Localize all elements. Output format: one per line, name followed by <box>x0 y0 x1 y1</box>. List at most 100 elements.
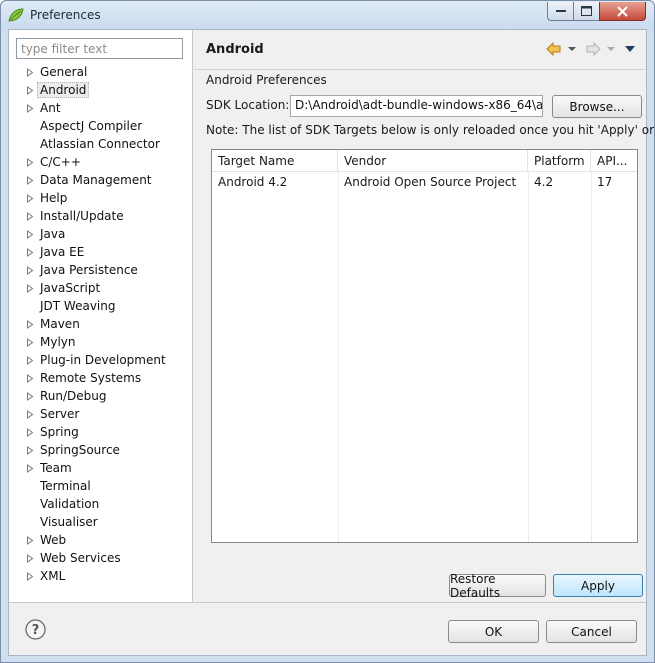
preferences-window: Preferences General Android Ant AspectJ Com… <box>0 0 655 663</box>
column-header-vendor[interactable]: Vendor <box>338 150 528 172</box>
table-row[interactable]: Android 4.2 Android Open Source Project … <box>212 172 637 193</box>
tree-item-label: XML <box>40 569 66 583</box>
tree-item-mylyn[interactable]: Mylyn <box>9 333 193 351</box>
tree-item-java[interactable]: Java <box>9 225 193 243</box>
eclipse-leaf-icon <box>8 8 24 22</box>
expand-arrow-icon[interactable] <box>26 284 34 293</box>
expand-arrow-icon[interactable] <box>26 554 34 563</box>
tree-item-xml[interactable]: XML <box>9 567 193 585</box>
cell-target-name: Android 4.2 <box>218 175 288 189</box>
tree-item-label: Web <box>40 533 67 547</box>
tree-item-spring[interactable]: Spring <box>9 423 193 441</box>
tree-item-server[interactable]: Server <box>9 405 193 423</box>
tree-item-label: Install/Update <box>40 209 124 223</box>
tree-item-help[interactable]: Help <box>9 189 193 207</box>
tree-item-label: Ant <box>40 101 61 115</box>
expand-arrow-icon[interactable] <box>26 410 34 419</box>
tree-item-general[interactable]: General <box>9 63 193 81</box>
view-menu-button[interactable] <box>624 40 636 58</box>
maximize-icon <box>581 6 592 16</box>
restore-defaults-button[interactable]: Restore Defaults <box>449 572 546 600</box>
maximize-button[interactable] <box>573 2 600 21</box>
expand-arrow-icon[interactable] <box>26 248 34 257</box>
tree-item-label: Visualiser <box>40 515 98 529</box>
tree-item-atlassian-connector[interactable]: Atlassian Connector <box>9 135 193 153</box>
expand-arrow-icon[interactable] <box>26 428 34 437</box>
tree-item-team[interactable]: Team <box>9 459 193 477</box>
tree-item-label: JDT Weaving <box>40 299 116 313</box>
tree-item-label: Web Services <box>40 551 121 565</box>
tree-item-label: Terminal <box>40 479 91 493</box>
tree-item-run-debug[interactable]: Run/Debug <box>9 387 193 405</box>
tree-item-web-services[interactable]: Web Services <box>9 549 193 567</box>
filter-input[interactable] <box>16 38 183 59</box>
expand-arrow-icon[interactable] <box>26 212 34 221</box>
table-header: Target Name Vendor Platform API... <box>212 150 637 172</box>
window-title: Preferences <box>30 8 101 22</box>
tree-item-maven[interactable]: Maven <box>9 315 193 333</box>
tree-item-validation[interactable]: Validation <box>9 495 193 513</box>
preference-page: Android Android Preferences SDK Location… <box>194 30 655 602</box>
tree-item-springsource[interactable]: SpringSource <box>9 441 193 459</box>
column-divider <box>528 172 529 542</box>
tree-item-web[interactable]: Web <box>9 531 193 549</box>
forward-button[interactable] <box>585 40 616 58</box>
tree-item-install-update[interactable]: Install/Update <box>9 207 193 225</box>
page-title: Android <box>206 42 264 57</box>
expand-arrow-icon[interactable] <box>26 446 34 455</box>
help-icon[interactable]: ? <box>25 619 46 640</box>
sdk-location-label: SDK Location: <box>206 98 290 112</box>
tree-item-visualiser[interactable]: Visualiser <box>9 513 193 531</box>
expand-arrow-icon[interactable] <box>26 158 34 167</box>
tree-item-c-c-[interactable]: C/C++ <box>9 153 193 171</box>
preference-tree[interactable]: General Android Ant AspectJ Compiler Atlassi… <box>9 63 193 585</box>
tree-item-data-management[interactable]: Data Management <box>9 171 193 189</box>
tree-item-label: JavaScript <box>40 281 101 295</box>
tree-item-java-persistence[interactable]: Java Persistence <box>9 261 193 279</box>
tree-item-android[interactable]: Android <box>9 81 193 99</box>
cell-vendor: Android Open Source Project <box>344 175 517 189</box>
sdk-location-field[interactable]: D:\Android\adt-bundle-windows-x86_64\adt <box>290 95 543 117</box>
browse-button[interactable]: Browse... <box>552 95 642 118</box>
column-header-target-name[interactable]: Target Name <box>212 150 338 172</box>
title-bar[interactable]: Preferences <box>1 1 654 29</box>
expand-arrow-icon[interactable] <box>26 356 34 365</box>
expand-arrow-icon[interactable] <box>26 536 34 545</box>
tree-item-terminal[interactable]: Terminal <box>9 477 193 495</box>
ok-button[interactable]: OK <box>448 620 539 643</box>
expand-arrow-icon[interactable] <box>26 392 34 401</box>
expand-arrow-icon[interactable] <box>26 320 34 329</box>
back-button[interactable] <box>546 40 577 58</box>
chevron-down-icon <box>607 47 615 51</box>
tree-item-label: SpringSource <box>40 443 120 457</box>
expand-arrow-icon[interactable] <box>26 338 34 347</box>
expand-arrow-icon[interactable] <box>26 194 34 203</box>
tree-item-jdt-weaving[interactable]: JDT Weaving <box>9 297 193 315</box>
expand-arrow-icon[interactable] <box>26 86 34 95</box>
expand-arrow-icon[interactable] <box>26 374 34 383</box>
expand-arrow-icon[interactable] <box>26 176 34 185</box>
column-header-api[interactable]: API... <box>591 150 637 172</box>
tree-item-javascript[interactable]: JavaScript <box>9 279 193 297</box>
expand-arrow-icon[interactable] <box>26 230 34 239</box>
tree-item-label: Java Persistence <box>40 263 138 277</box>
minimize-button[interactable] <box>547 2 574 21</box>
close-button[interactable] <box>599 2 646 21</box>
tree-item-java-ee[interactable]: Java EE <box>9 243 193 261</box>
tree-item-ant[interactable]: Ant <box>9 99 193 117</box>
tree-item-plug-in-development[interactable]: Plug-in Development <box>9 351 193 369</box>
expand-arrow-icon[interactable] <box>26 68 34 77</box>
expand-arrow-icon[interactable] <box>26 572 34 581</box>
expand-arrow-icon[interactable] <box>26 266 34 275</box>
cell-api: 17 <box>597 175 613 189</box>
cancel-button[interactable]: Cancel <box>546 620 637 643</box>
tree-item-remote-systems[interactable]: Remote Systems <box>9 369 193 387</box>
expand-arrow-icon[interactable] <box>26 464 34 473</box>
tree-item-label: Mylyn <box>40 335 76 349</box>
minimize-icon <box>555 10 566 12</box>
tree-item-aspectj-compiler[interactable]: AspectJ Compiler <box>9 117 193 135</box>
apply-button[interactable]: Apply <box>553 574 643 597</box>
sdk-targets-table[interactable]: Target Name Vendor Platform API... Andro… <box>211 149 638 543</box>
column-header-platform[interactable]: Platform <box>528 150 591 172</box>
expand-arrow-icon[interactable] <box>26 104 34 113</box>
